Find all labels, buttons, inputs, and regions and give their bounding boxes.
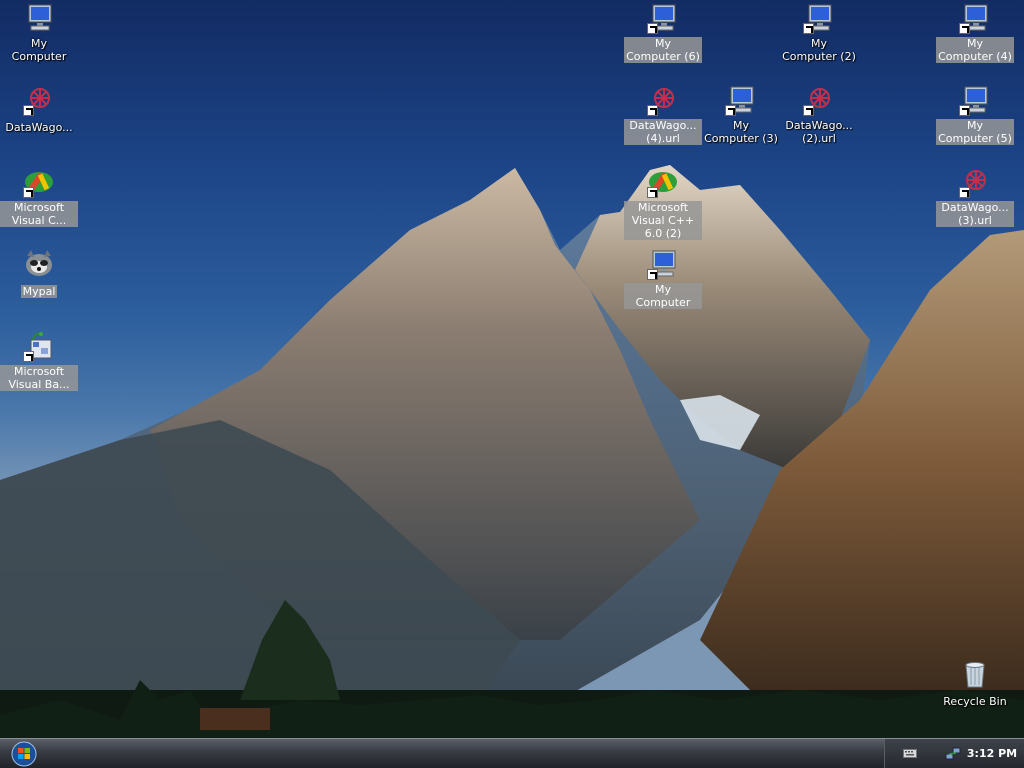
shortcut-arrow-icon [23,105,34,116]
desktop-icon-label: My Computer (2) [782,37,856,63]
desktop-icon-label: My Computer (5) [936,119,1014,145]
desktop-icon-label: DataWago... (2).url [785,119,853,145]
clock[interactable]: 3:12 PM [965,747,1019,760]
shortcut-arrow-icon [23,187,34,198]
start-button[interactable] [9,741,39,767]
my-computer-icon [647,248,679,280]
datawagon-icon [959,166,991,198]
desktop-icon-label: Microsoft Visual C... [0,201,78,227]
visual-cpp-icon [23,166,55,198]
shortcut-arrow-icon [959,105,970,116]
desktop[interactable]: My Computer DataWago... Microsoft Visual… [0,0,1024,738]
desktop-icon-datawagon-4[interactable]: DataWago... (4).url [624,84,702,146]
desktop-icon-my-computer-3[interactable]: My Computer (3) [702,84,780,146]
my-computer-icon [23,2,55,34]
visual-cpp-icon [647,166,679,198]
desktop-icon-label: My Computer [624,283,702,309]
mypal-icon [23,248,55,280]
wallpaper-mountain-image [0,165,1024,738]
desktop-icon-label: Mypal [20,285,58,298]
shortcut-arrow-icon [725,105,736,116]
desktop-icon-visual-cpp[interactable]: Microsoft Visual C... [0,166,78,228]
desktop-icon-label: Microsoft Visual C++ 6.0 (2) [624,201,702,240]
desktop-icon-my-computer-4[interactable]: My Computer (4) [936,2,1014,64]
shortcut-arrow-icon [647,23,658,34]
shortcut-arrow-icon [647,105,658,116]
my-computer-icon [959,84,991,116]
desktop-icon-label: DataWago... (3).url [936,201,1014,227]
desktop-icon-my-computer-6[interactable]: My Computer (6) [624,2,702,64]
desktop-icon-datawagon[interactable]: DataWago... [0,84,78,135]
desktop-icon-my-computer-2[interactable]: My Computer (2) [780,2,858,64]
shortcut-arrow-icon [647,269,658,280]
desktop-icon-recycle-bin[interactable]: Recycle Bin [936,658,1014,709]
desktop-icon-my-computer-plain[interactable]: My Computer [624,248,702,310]
visual-basic-icon [23,330,55,362]
datawagon-icon [23,84,55,116]
recycle-bin-icon [959,658,991,690]
desktop-icon-datawagon-3[interactable]: DataWago... (3).url [936,166,1014,228]
network-icon[interactable] [945,746,961,762]
my-computer-icon [647,2,679,34]
my-computer-icon [725,84,757,116]
shortcut-arrow-icon [803,105,814,116]
shortcut-arrow-icon [647,187,658,198]
shortcut-arrow-icon [23,351,34,362]
datawagon-icon [647,84,679,116]
desktop-icon-datawagon-2[interactable]: DataWago... (2).url [780,84,858,146]
system-tray: 3:12 PM [884,739,1024,768]
windows-start-orb-icon [11,741,37,767]
shortcut-arrow-icon [959,23,970,34]
desktop-icon-visual-basic[interactable]: Microsoft Visual Ba... [0,330,78,392]
desktop-icon-visual-cpp-2[interactable]: Microsoft Visual C++ 6.0 (2) [624,166,702,241]
desktop-icon-label: My Computer (4) [936,37,1014,63]
keyboard-icon[interactable] [903,749,917,758]
datawagon-icon [803,84,835,116]
desktop-icon-label: My Computer (6) [624,37,702,63]
desktop-icon-label: My Computer [11,37,67,63]
taskbar: 3:12 PM [0,738,1024,768]
my-computer-icon [959,2,991,34]
desktop-icon-label: Microsoft Visual Ba... [0,365,78,391]
desktop-icon-label: Recycle Bin [943,695,1007,708]
desktop-icon-my-computer-5[interactable]: My Computer (5) [936,84,1014,146]
shortcut-arrow-icon [959,187,970,198]
desktop-icon-label: DataWago... [5,121,73,134]
desktop-icon-my-computer[interactable]: My Computer [0,2,78,64]
desktop-icon-label: DataWago... (4).url [624,119,702,145]
my-computer-icon [803,2,835,34]
shortcut-arrow-icon [803,23,814,34]
desktop-icon-label: My Computer (3) [704,119,778,145]
desktop-icon-mypal[interactable]: Mypal [0,248,78,299]
